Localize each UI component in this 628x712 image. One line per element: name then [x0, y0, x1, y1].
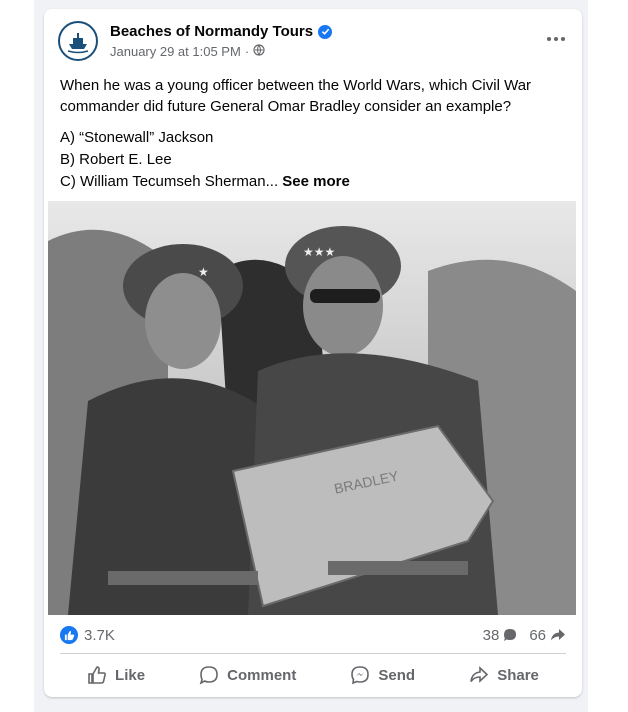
globe-icon	[253, 44, 265, 59]
post-photo[interactable]: BRADLEY ★★★ ★	[48, 201, 576, 615]
svg-text:★★★: ★★★	[303, 245, 335, 259]
meta-separator: ·	[244, 44, 250, 59]
see-more-link[interactable]: See more	[282, 173, 350, 190]
answer-options: A) “Stonewall” Jackson B) Robert E. Lee …	[60, 127, 570, 193]
option-c: C) William Tecumseh Sherman...	[60, 173, 279, 190]
share-label: Share	[497, 666, 539, 684]
share-arrow-icon	[551, 629, 565, 641]
post-card: Beaches of Normandy Tours January 29 at …	[44, 9, 582, 697]
share-button[interactable]: Share	[459, 659, 549, 691]
page-name-link[interactable]: Beaches of Normandy Tours	[110, 23, 333, 40]
post-body: When he was a young officer between the …	[60, 75, 570, 193]
messenger-icon	[351, 666, 370, 685]
reaction-summary[interactable]: 3.7K	[60, 626, 115, 644]
ship-logo-icon	[61, 24, 95, 58]
action-bar: Like Comment Send Share	[60, 657, 566, 693]
share-count: 66	[529, 626, 546, 644]
option-a: A) “Stonewall” Jackson	[60, 129, 214, 146]
page-name-text[interactable]: Beaches of Normandy Tours	[110, 23, 313, 40]
comment-count-link[interactable]: 38	[483, 627, 518, 644]
like-button[interactable]: Like	[77, 659, 155, 691]
page-avatar[interactable]	[58, 21, 98, 61]
post-question: When he was a young officer between the …	[60, 77, 532, 115]
engagement-stats: 3.7K 38 66	[60, 623, 566, 647]
post-header: Beaches of Normandy Tours January 29 at …	[58, 21, 568, 65]
send-button[interactable]: Send	[340, 659, 425, 691]
svg-text:★: ★	[198, 265, 209, 279]
comment-count: 38	[482, 626, 500, 644]
comment-label: Comment	[227, 666, 297, 684]
thumbs-up-icon	[88, 666, 106, 684]
like-reaction-icon	[60, 626, 78, 644]
share-icon	[470, 666, 489, 683]
comment-button[interactable]: Comment	[189, 659, 306, 691]
comment-bubble-icon	[504, 629, 517, 641]
like-label: Like	[115, 666, 146, 684]
page-margin-right	[588, 0, 628, 712]
reaction-count: 3.7K	[84, 626, 115, 644]
post-meta: January 29 at 1:05 PM ·	[110, 44, 265, 59]
post-timestamp[interactable]: January 29 at 1:05 PM	[110, 44, 241, 59]
share-count-link[interactable]: 66	[529, 627, 566, 644]
page-margin-left	[0, 0, 34, 712]
more-options-icon[interactable]	[544, 29, 568, 49]
option-c-line: C) William Tecumseh Sherman... See more	[60, 171, 570, 193]
verified-badge-icon	[318, 24, 333, 39]
comment-icon	[199, 666, 218, 685]
actions-divider	[60, 653, 566, 654]
send-label: Send	[378, 666, 416, 684]
option-b: B) Robert E. Lee	[60, 151, 172, 168]
comment-share-counts: 38 66	[483, 627, 566, 644]
